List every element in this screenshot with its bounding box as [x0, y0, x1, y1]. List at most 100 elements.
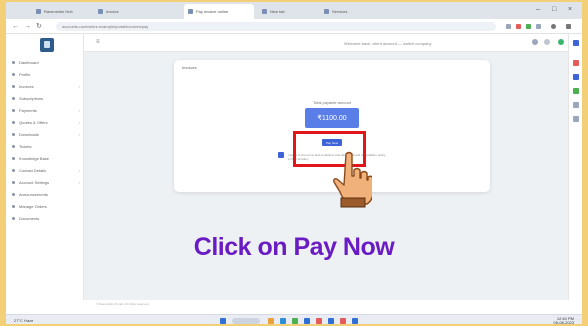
- menu-bullet-icon: [12, 144, 15, 148]
- browser-tab[interactable]: Ravenshire Hub: [32, 4, 90, 19]
- url-input[interactable]: accounts.ravenshire.example/portal/invoi…: [56, 22, 496, 31]
- rail-icon[interactable]: [573, 102, 579, 108]
- sidebar-item-label: Contact Details: [19, 167, 47, 173]
- profile-icon[interactable]: [551, 24, 556, 29]
- app-icon[interactable]: [352, 318, 358, 324]
- sidebar-item[interactable]: Profile: [12, 70, 82, 78]
- sidebar-item[interactable]: Documents: [12, 214, 82, 222]
- settings-icon[interactable]: [544, 39, 550, 45]
- add-icon[interactable]: [573, 116, 579, 122]
- terms-checkbox[interactable]: [278, 152, 284, 158]
- sidebar-item[interactable]: Account Settings ›: [12, 178, 82, 186]
- menu-bullet-icon: [12, 108, 15, 112]
- sidebar-item[interactable]: Tickets: [12, 142, 82, 150]
- menu-bullet-icon: [12, 192, 15, 196]
- sidebar-item[interactable]: Payments ›: [12, 106, 82, 114]
- sidebar-item-label: Documents: [19, 215, 40, 221]
- close-icon[interactable]: ×: [568, 6, 572, 13]
- taskbar: 27°C Haze 12:40 PM 05-08-2023: [6, 314, 582, 324]
- pointing-hand-icon: [333, 151, 372, 208]
- extension-icon[interactable]: [516, 24, 521, 29]
- menu-bullet-icon: [12, 120, 15, 124]
- sidebar-item[interactable]: Knowledge Base: [12, 154, 82, 162]
- chevron-right-icon: ›: [78, 107, 80, 113]
- rail-icon[interactable]: [573, 88, 579, 94]
- menu-bullet-icon: [12, 156, 15, 160]
- sidebar-item[interactable]: Quotes & Offers ›: [12, 118, 82, 126]
- sidebar-item-label: Quotes & Offers: [19, 119, 48, 125]
- menu-bullet-icon: [12, 204, 15, 208]
- browser-tab[interactable]: Invoice: [94, 4, 146, 19]
- chevron-right-icon: ›: [78, 167, 80, 173]
- extension-icon[interactable]: [526, 24, 531, 29]
- instruction-caption: Click on Pay Now: [193, 233, 395, 261]
- chevron-right-icon: ›: [78, 119, 80, 125]
- sidebar-item-label: Dashboard: [19, 59, 39, 65]
- menu-bullet-icon: [12, 132, 15, 136]
- maximize-icon[interactable]: □: [552, 6, 556, 13]
- sidebar-item[interactable]: Invoices ›: [12, 82, 82, 90]
- sidebar-item-label: Tickets: [19, 143, 32, 149]
- sidebar-item[interactable]: Downloads ›: [12, 130, 82, 138]
- extension-icon[interactable]: [506, 24, 511, 29]
- browser-tab[interactable]: Services: [320, 4, 378, 19]
- menu-bullet-icon: [12, 60, 15, 64]
- clock[interactable]: 12:40 PM 05-08-2023: [554, 317, 574, 325]
- chevron-right-icon: ›: [78, 131, 80, 137]
- back-icon[interactable]: ←: [12, 22, 19, 31]
- weather-widget[interactable]: 27°C Haze: [14, 318, 33, 323]
- favicon-icon: [262, 9, 267, 14]
- start-icon[interactable]: [220, 318, 226, 324]
- file-explorer-icon[interactable]: [268, 318, 274, 324]
- sidebar-item-label: Invoices: [19, 83, 34, 89]
- extension-icon[interactable]: [536, 24, 541, 29]
- edge-icon[interactable]: [280, 318, 286, 324]
- store-icon[interactable]: [304, 318, 310, 324]
- hamburger-menu-icon[interactable]: ≡: [96, 39, 100, 45]
- rail-icon[interactable]: [573, 60, 579, 66]
- forward-icon[interactable]: →: [24, 22, 31, 31]
- sidebar-item[interactable]: Manage Orders: [12, 202, 82, 210]
- menu-bullet-icon: [12, 84, 15, 88]
- sidebar-item-label: Knowledge Base: [19, 155, 50, 161]
- amount-label: Total payable amount: [312, 100, 352, 105]
- top-bar: ≡ Welcome back, client account — switch …: [84, 34, 582, 52]
- sidebar-item-label: Downloads: [19, 131, 39, 137]
- app-icon[interactable]: [316, 318, 322, 324]
- menu-bullet-icon: [12, 168, 15, 172]
- notification-icon[interactable]: [532, 39, 538, 45]
- favicon-icon: [324, 9, 329, 14]
- sidebar-item[interactable]: Subscriptions: [12, 94, 82, 102]
- minimize-icon[interactable]: –: [536, 6, 540, 13]
- user-avatar[interactable]: [558, 39, 564, 45]
- sidebar-item-label: Subscriptions: [19, 95, 44, 101]
- company-logo[interactable]: [40, 38, 54, 52]
- sidebar-item-label: Announcements: [19, 191, 48, 197]
- reload-icon[interactable]: ↻: [36, 22, 42, 31]
- rail-icon[interactable]: [573, 74, 579, 80]
- sidebar-item[interactable]: Announcements: [12, 190, 82, 198]
- chrome-icon[interactable]: [292, 318, 298, 324]
- rail-icon[interactable]: [573, 40, 579, 46]
- search-box[interactable]: [232, 318, 260, 324]
- sidebar-item[interactable]: Contact Details ›: [12, 166, 82, 174]
- favicon-icon: [188, 9, 193, 14]
- sidebar-item-label: Profile: [19, 71, 31, 77]
- menu-icon[interactable]: [566, 24, 571, 29]
- chevron-right-icon: ›: [78, 83, 80, 89]
- browser-tab[interactable]: New tab: [258, 4, 316, 19]
- sidebar-item-label: Account Settings: [19, 179, 50, 185]
- chevron-right-icon: ›: [78, 179, 80, 185]
- app-icon[interactable]: [340, 318, 346, 324]
- menu-bullet-icon: [12, 72, 15, 76]
- menu-bullet-icon: [12, 180, 15, 184]
- address-bar-row: ← → ↻ accounts.ravenshire.example/portal…: [6, 19, 582, 34]
- app-icon[interactable]: [328, 318, 334, 324]
- footer-text: © Ravenshire Portal. All rights reserved…: [96, 302, 150, 306]
- sidebar-item-label: Manage Orders: [19, 203, 47, 209]
- browser-tab-active[interactable]: Pay invoice online: [184, 4, 254, 19]
- sidebar-item[interactable]: Dashboard: [12, 58, 82, 66]
- menu-bullet-icon: [12, 96, 15, 100]
- favicon-icon: [36, 9, 41, 14]
- browser-tab-strip: Ravenshire Hub Invoice Pay invoice onlin…: [6, 2, 582, 19]
